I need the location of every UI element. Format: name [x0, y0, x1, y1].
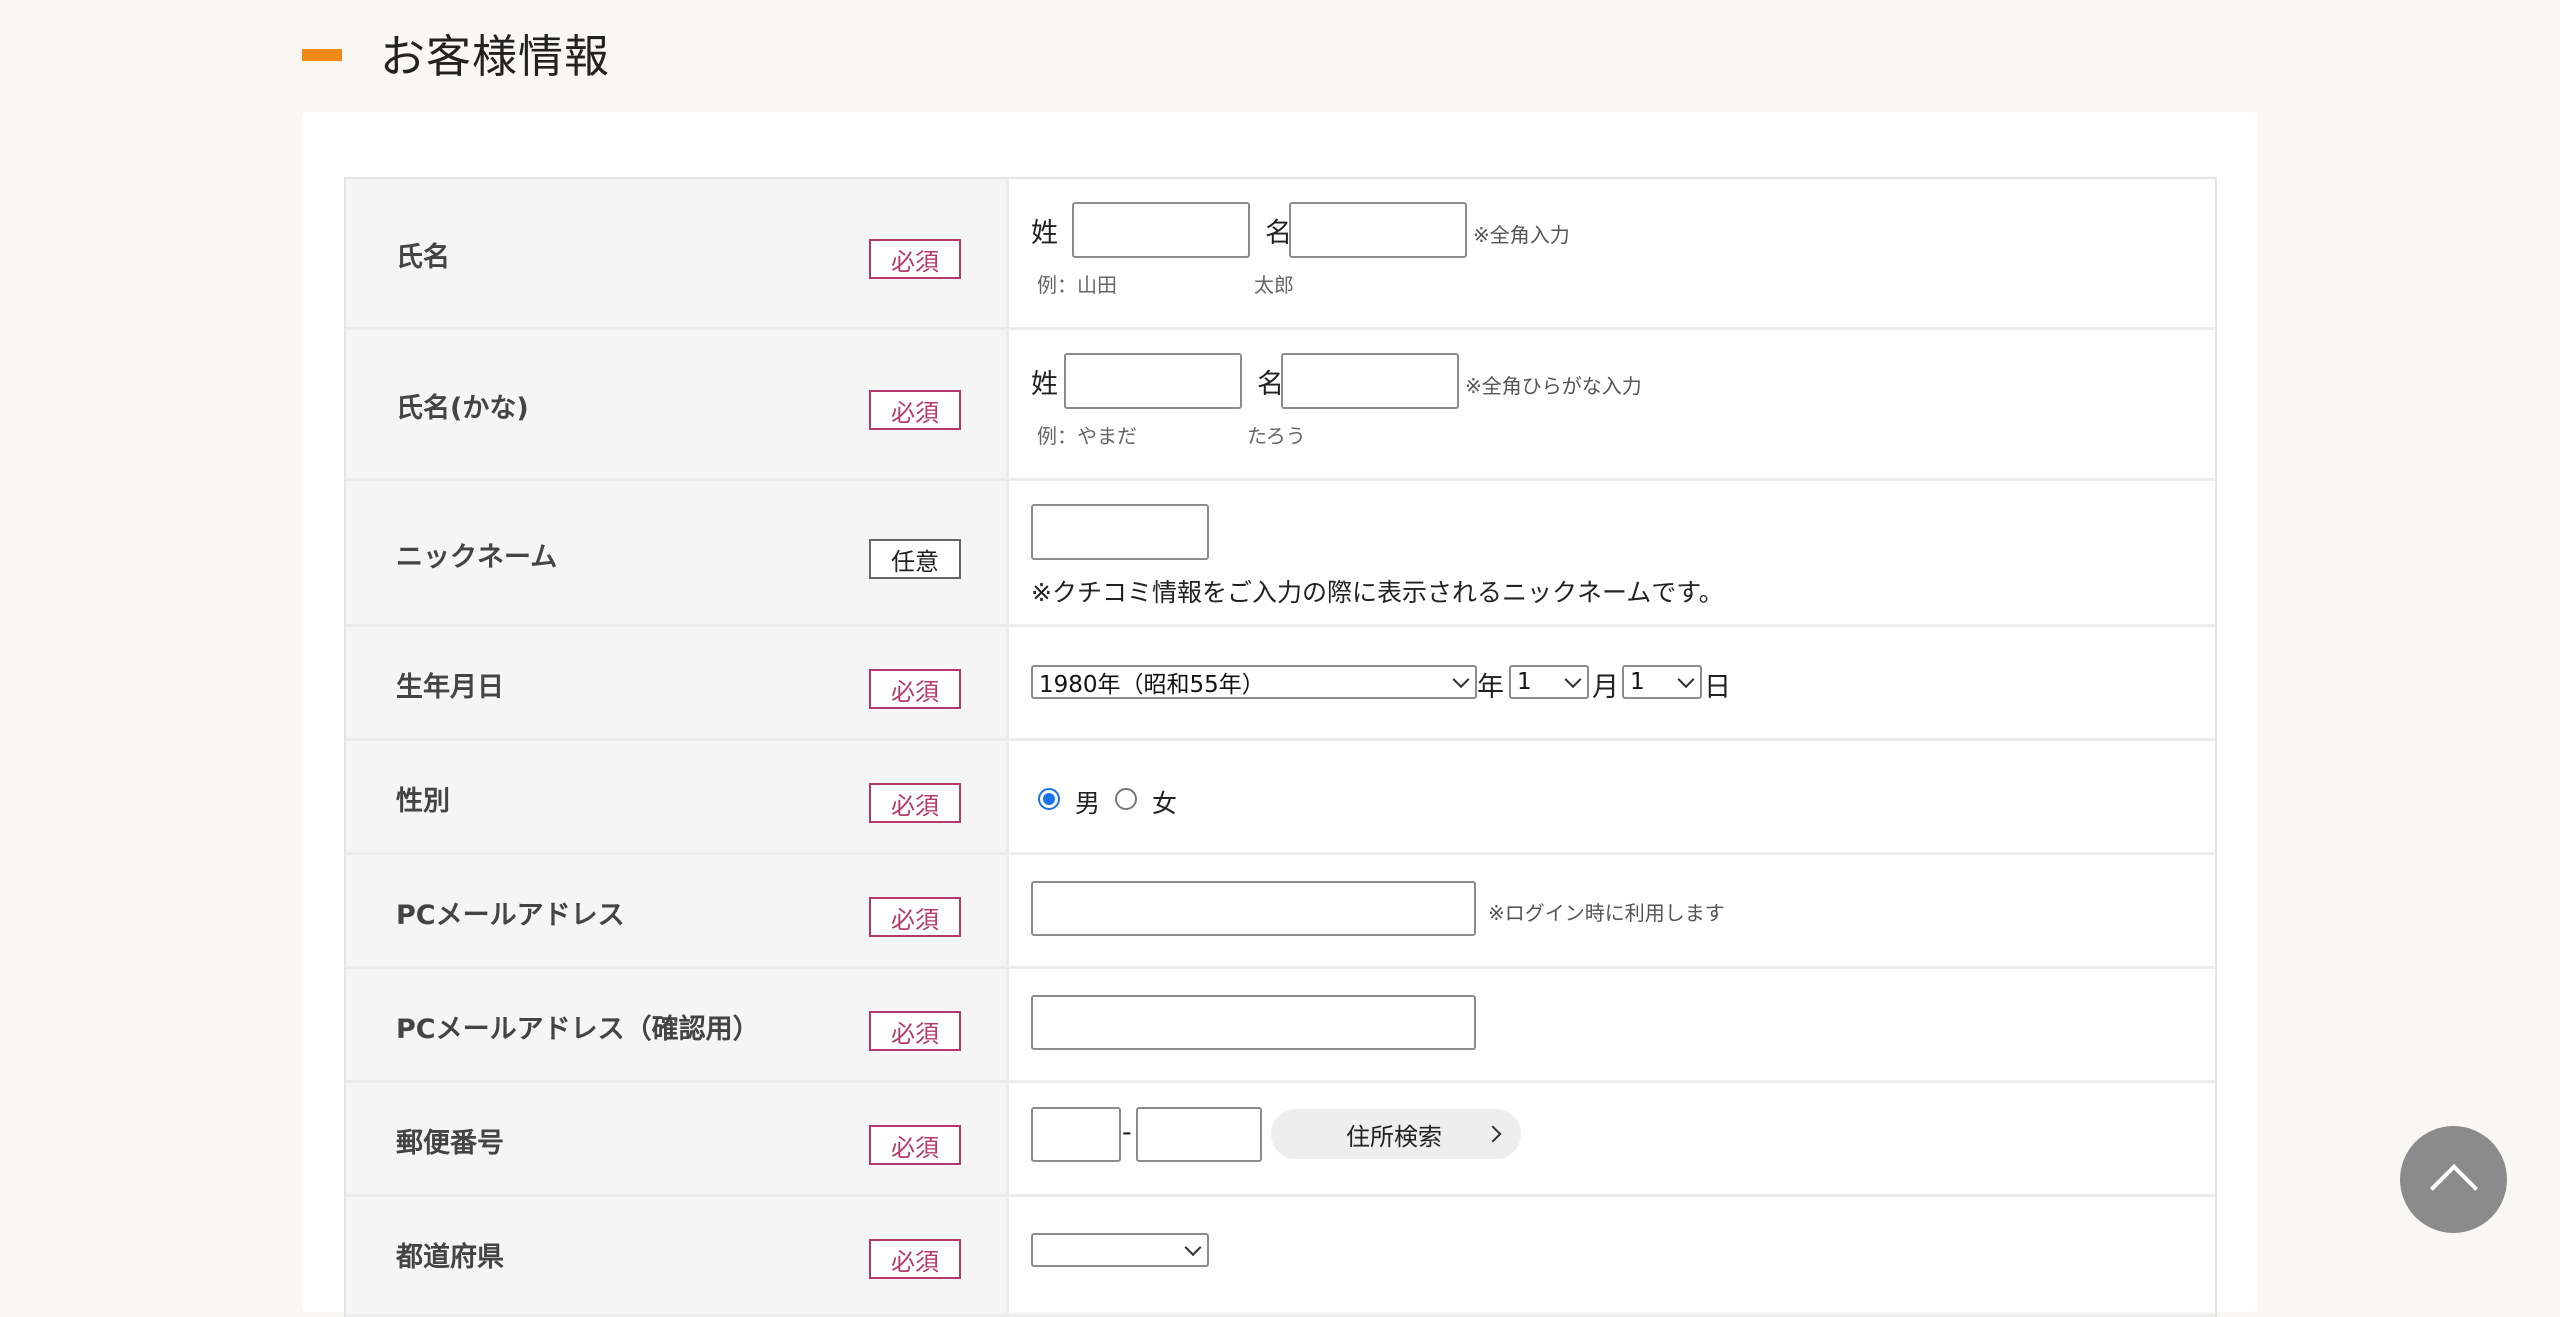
form-card: 氏名 必須 姓 名 ※全角入力 例：山田 太郎 氏名(かな) 必須 姓 名 ※全…: [302, 112, 2257, 1317]
example-last-name-kana: 例：やまだ: [1037, 424, 1137, 448]
input-note: ※全角入力: [1473, 223, 1570, 247]
field-cell: [1009, 1197, 2215, 1314]
form-row-nickname: ニックネーム 任意 ※クチコミ情報をご入力の際に表示されるニックネームです。: [346, 481, 2215, 627]
field-label: 生年月日: [396, 672, 504, 703]
label-cell: 郵便番号 必須: [346, 1083, 1009, 1194]
birth-day-select[interactable]: 1: [1622, 665, 1702, 699]
postal-code-first-input[interactable]: [1031, 1107, 1121, 1162]
label-cell: PCメールアドレス 必須: [346, 855, 1009, 966]
mei-label: 名: [1257, 369, 1284, 400]
form-row-gender: 性別 必須 男 女: [346, 741, 2215, 855]
field-label: PCメールアドレス: [396, 900, 625, 931]
first-name-input[interactable]: [1289, 202, 1467, 258]
field-cell: 男 女: [1009, 741, 2215, 852]
form-row-birthday: 生年月日 必須 1980年（昭和55年） 年 1 月 1 日: [346, 627, 2215, 741]
sei-label: 姓: [1031, 218, 1058, 249]
birth-year-select[interactable]: 1980年（昭和55年）: [1031, 665, 1477, 699]
field-label: 氏名(かな): [396, 393, 529, 424]
chevron-down-icon: [1677, 671, 1695, 689]
chevron-up-icon: [2429, 1163, 2478, 1212]
field-label: 性別: [396, 786, 450, 817]
label-cell: 生年月日 必須: [346, 627, 1009, 738]
field-cell: 姓 名 ※全角入力 例：山田 太郎: [1009, 179, 2215, 327]
field-cell: ※ログイン時に利用します: [1009, 855, 2215, 966]
year-suffix: 年: [1477, 672, 1504, 703]
required-badge: 必須: [869, 239, 961, 279]
email-confirm-input[interactable]: [1031, 995, 1476, 1050]
gender-female-radio[interactable]: [1115, 788, 1137, 810]
email-note: ※ログイン時に利用します: [1488, 901, 1725, 925]
chevron-down-icon: [1452, 671, 1470, 689]
form-row-name: 氏名 必須 姓 名 ※全角入力 例：山田 太郎: [346, 179, 2215, 330]
month-suffix: 月: [1592, 672, 1619, 703]
form-row-kana: 氏名(かな) 必須 姓 名 ※全角ひらがな入力 例：やまだ たろう: [346, 330, 2215, 481]
example-first-name: 太郎: [1254, 273, 1294, 297]
required-badge: 必須: [869, 1125, 961, 1165]
chevron-down-icon: [1184, 1239, 1202, 1257]
form-row-email-confirm: PCメールアドレス（確認用） 必須: [346, 969, 2215, 1083]
example-last-name: 例：山田: [1037, 273, 1117, 297]
customer-form-table: 氏名 必須 姓 名 ※全角入力 例：山田 太郎 氏名(かな) 必須 姓 名 ※全…: [344, 177, 2217, 1317]
label-cell: PCメールアドレス（確認用） 必須: [346, 969, 1009, 1080]
required-badge: 必須: [869, 390, 961, 430]
example-first-name-kana: たろう: [1247, 424, 1306, 448]
input-note: ※全角ひらがな入力: [1465, 374, 1642, 398]
address-search-label: 住所検索: [1346, 1122, 1442, 1151]
form-row-prefecture: 都道府県 必須: [346, 1197, 2215, 1317]
form-row-postal: 郵便番号 必須 - 住所検索: [346, 1083, 2215, 1197]
birth-year-value: 1980年（昭和55年）: [1039, 672, 1265, 698]
field-label: ニックネーム: [396, 542, 558, 573]
chevron-right-icon: [1484, 1125, 1502, 1143]
last-name-input[interactable]: [1072, 202, 1250, 258]
field-cell: - 住所検索: [1009, 1083, 2215, 1194]
nickname-input[interactable]: [1031, 504, 1209, 560]
section-header: お客様情報: [302, 22, 611, 83]
birth-month-select[interactable]: 1: [1509, 665, 1589, 699]
field-cell: ※クチコミ情報をご入力の際に表示されるニックネームです。: [1009, 481, 2215, 624]
birth-month-value: 1: [1517, 669, 1532, 695]
field-label: 氏名: [396, 242, 450, 273]
form-row-email: PCメールアドレス 必須 ※ログイン時に利用します: [346, 855, 2215, 969]
required-badge: 必須: [869, 1011, 961, 1051]
gender-male-label[interactable]: 男: [1075, 784, 1100, 820]
nickname-note: ※クチコミ情報をご入力の際に表示されるニックネームです。: [1031, 578, 1724, 607]
birth-day-value: 1: [1630, 669, 1645, 695]
required-badge: 必須: [869, 669, 961, 709]
email-input[interactable]: [1031, 881, 1476, 936]
mei-label: 名: [1265, 218, 1292, 249]
postal-separator: -: [1122, 1117, 1132, 1148]
first-name-kana-input[interactable]: [1281, 353, 1459, 409]
label-cell: 性別 必須: [346, 741, 1009, 852]
sei-label: 姓: [1031, 369, 1058, 400]
required-badge: 必須: [869, 897, 961, 937]
field-label: 郵便番号: [396, 1128, 504, 1159]
label-cell: ニックネーム 任意: [346, 481, 1009, 624]
chevron-down-icon: [1564, 671, 1582, 689]
section-accent-bar: [302, 49, 342, 61]
prefecture-select[interactable]: [1031, 1233, 1209, 1267]
label-cell: 都道府県 必須: [346, 1197, 1009, 1314]
last-name-kana-input[interactable]: [1064, 353, 1242, 409]
day-suffix: 日: [1704, 672, 1731, 703]
page-title: お客様情報: [380, 29, 611, 83]
optional-badge: 任意: [869, 539, 961, 579]
label-cell: 氏名(かな) 必須: [346, 330, 1009, 478]
scroll-to-top-button[interactable]: [2400, 1126, 2507, 1233]
field-cell: [1009, 969, 2215, 1080]
address-search-button[interactable]: 住所検索: [1271, 1109, 1521, 1159]
field-cell: 姓 名 ※全角ひらがな入力 例：やまだ たろう: [1009, 330, 2215, 478]
gender-female-label[interactable]: 女: [1152, 784, 1177, 820]
field-label: PCメールアドレス（確認用）: [396, 1014, 760, 1045]
required-badge: 必須: [869, 783, 961, 823]
field-label: 都道府県: [396, 1242, 504, 1273]
gender-male-radio[interactable]: [1038, 788, 1060, 810]
required-badge: 必須: [869, 1239, 961, 1279]
postal-code-second-input[interactable]: [1136, 1107, 1262, 1162]
label-cell: 氏名 必須: [346, 179, 1009, 327]
field-cell: 1980年（昭和55年） 年 1 月 1 日: [1009, 627, 2215, 738]
